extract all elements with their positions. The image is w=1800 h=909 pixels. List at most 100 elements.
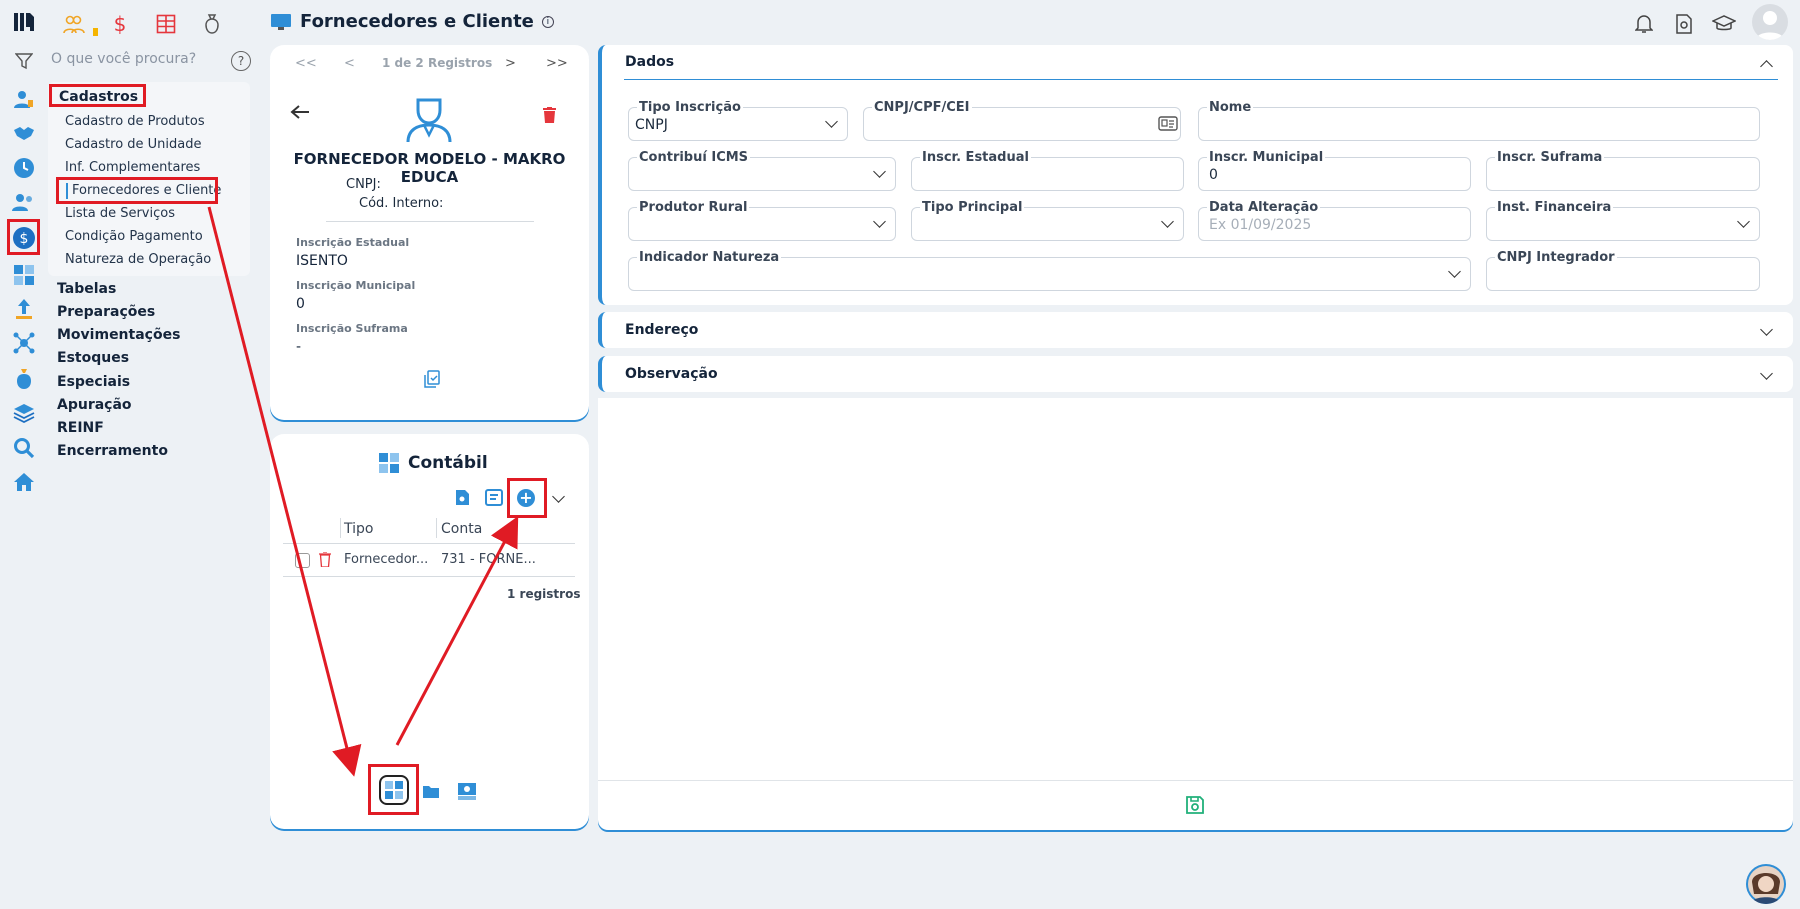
row-tipo: Fornecedor... [344,552,429,567]
cod-interno-label: Cód. Interno: [359,196,444,211]
col-divider-1 [340,518,341,538]
menu-tabelas[interactable]: Tabelas [57,281,116,297]
contabil-col-tipo[interactable]: Tipo [344,521,373,537]
nav-first-button[interactable]: << [295,56,317,71]
menu-natureza-operacao[interactable]: Natureza de Operação [65,252,211,267]
cnpj-label: CNPJ/CPF/CEI [872,100,972,115]
inscr-municipal-label: Inscr. Municipal [1207,150,1326,165]
annotation-box-add [507,478,547,518]
indicador-natureza-label: Indicador Natureza [637,250,782,265]
inscricao-municipal-label: Inscrição Municipal [296,279,416,292]
inscr-suframa-label: Inscr. Suframa [1495,150,1605,165]
notification-marker [93,28,98,36]
delete-icon[interactable] [543,107,556,127]
handshake-icon[interactable] [11,120,37,146]
menu-reinf[interactable]: REINF [57,420,104,436]
back-arrow-icon[interactable] [290,104,310,124]
supplier-avatar-icon [404,94,454,148]
bell-icon[interactable] [1632,12,1656,36]
row-checkbox[interactable] [295,553,310,568]
nome-input[interactable] [1198,107,1760,141]
row-conta: 731 - FORNE... [441,552,536,567]
annotation-box-contabil-tab [368,764,419,815]
money-icon[interactable] [457,782,477,804]
menu-encerramento[interactable]: Encerramento [57,443,168,459]
doc-search-icon[interactable] [455,489,470,510]
contabil-col-conta[interactable]: Conta [441,521,482,537]
annotation-box-dollar [7,219,40,255]
save-icon[interactable] [1185,795,1205,819]
inscricao-estadual-value: ISENTO [296,253,348,269]
menu-estoques[interactable]: Estoques [57,350,129,366]
folder-icon[interactable] [422,784,440,803]
footer-divider [598,780,1793,781]
contabil-title-text: Contábil [408,453,488,473]
inscr-estadual-label: Inscr. Estadual [920,150,1031,165]
icms-label: Contribuí ICMS [637,150,751,165]
inscricao-estadual-label: Inscrição Estadual [296,236,410,249]
nav-last-button[interactable]: >> [546,56,568,71]
id-card-icon[interactable] [1158,116,1178,135]
menu-preparacoes[interactable]: Preparações [57,304,155,320]
endereco-section[interactable] [598,312,1793,348]
dados-title[interactable]: Dados [625,54,674,70]
report-icon[interactable] [485,489,503,510]
annotation-box-cadastros [49,84,146,107]
menu-cadastro-produtos[interactable]: Cadastro de Produtos [65,114,205,129]
dollar-icon[interactable]: $ [108,12,132,36]
filter-icon[interactable] [11,48,37,74]
annotation-box-fornecedores [56,177,218,204]
observacao-section[interactable] [598,356,1793,392]
inscricao-municipal-value: 0 [296,296,305,312]
menu-lista-servicos[interactable]: Lista de Serviços [65,206,175,221]
data-alteracao-placeholder: Ex 01/09/2025 [1209,217,1312,233]
info-icon[interactable]: i [541,15,554,28]
menu-inf-complementares[interactable]: Inf. Complementares [65,160,200,175]
copy-document-icon[interactable] [424,370,440,392]
home-icon[interactable] [11,469,37,495]
search-icon[interactable] [11,435,37,461]
assistant-avatar[interactable] [1746,864,1786,904]
calculator-icon[interactable] [11,262,37,288]
search-input[interactable]: O que você procura? [51,51,196,67]
nav-prev-button[interactable]: < [344,56,355,71]
inscricao-suframa-value: - [296,339,302,355]
menu-movimentacoes[interactable]: Movimentações [57,327,180,343]
row-delete-icon[interactable] [319,551,331,571]
clock-icon[interactable] [11,155,37,181]
graduation-cap-icon[interactable] [1712,12,1736,36]
menu-condicao-pagamento[interactable]: Condição Pagamento [65,229,203,244]
calculator-icon [379,453,399,473]
money-bag-blue-icon[interactable] [11,366,37,392]
col-divider-2 [436,518,437,538]
spreadsheet-icon[interactable] [154,12,178,36]
contabil-title: Contábil [378,452,488,474]
document-search-icon[interactable] [1672,12,1696,36]
users-group-icon[interactable] [62,12,86,36]
menu-especiais[interactable]: Especiais [57,374,130,390]
money-bag-icon[interactable] [200,12,224,36]
people-icon[interactable] [11,189,37,215]
page-title: Fornecedores e Cliente i [270,11,554,32]
monitor-icon [271,13,291,30]
supplier-name: FORNECEDOR MODELO - MAKRO EDUCA [293,150,566,186]
nav-next-button[interactable]: > [505,56,516,71]
help-icon[interactable]: ? [231,51,251,71]
app-logo-icon[interactable] [12,10,36,34]
menu-apuracao[interactable]: Apuração [57,397,132,413]
tipo-inscricao-label: Tipo Inscrição [637,100,743,115]
table-row[interactable]: Fornecedor... 731 - FORNE... [283,547,575,575]
menu-cadastro-unidade[interactable]: Cadastro de Unidade [65,137,202,152]
inscr-municipal-value: 0 [1209,167,1218,183]
endereco-title[interactable]: Endereço [625,322,698,338]
divider [326,221,534,222]
upload-chart-icon[interactable] [11,296,37,322]
observacao-title[interactable]: Observação [625,366,718,382]
tipo-inscricao-value: CNPJ [635,117,668,133]
page-title-text: Fornecedores e Cliente [300,11,534,32]
produtor-rural-label: Produtor Rural [637,200,750,215]
network-icon[interactable] [11,330,37,356]
user-register-icon[interactable] [11,86,37,112]
user-avatar[interactable] [1752,4,1788,40]
layers-icon[interactable] [11,400,37,426]
